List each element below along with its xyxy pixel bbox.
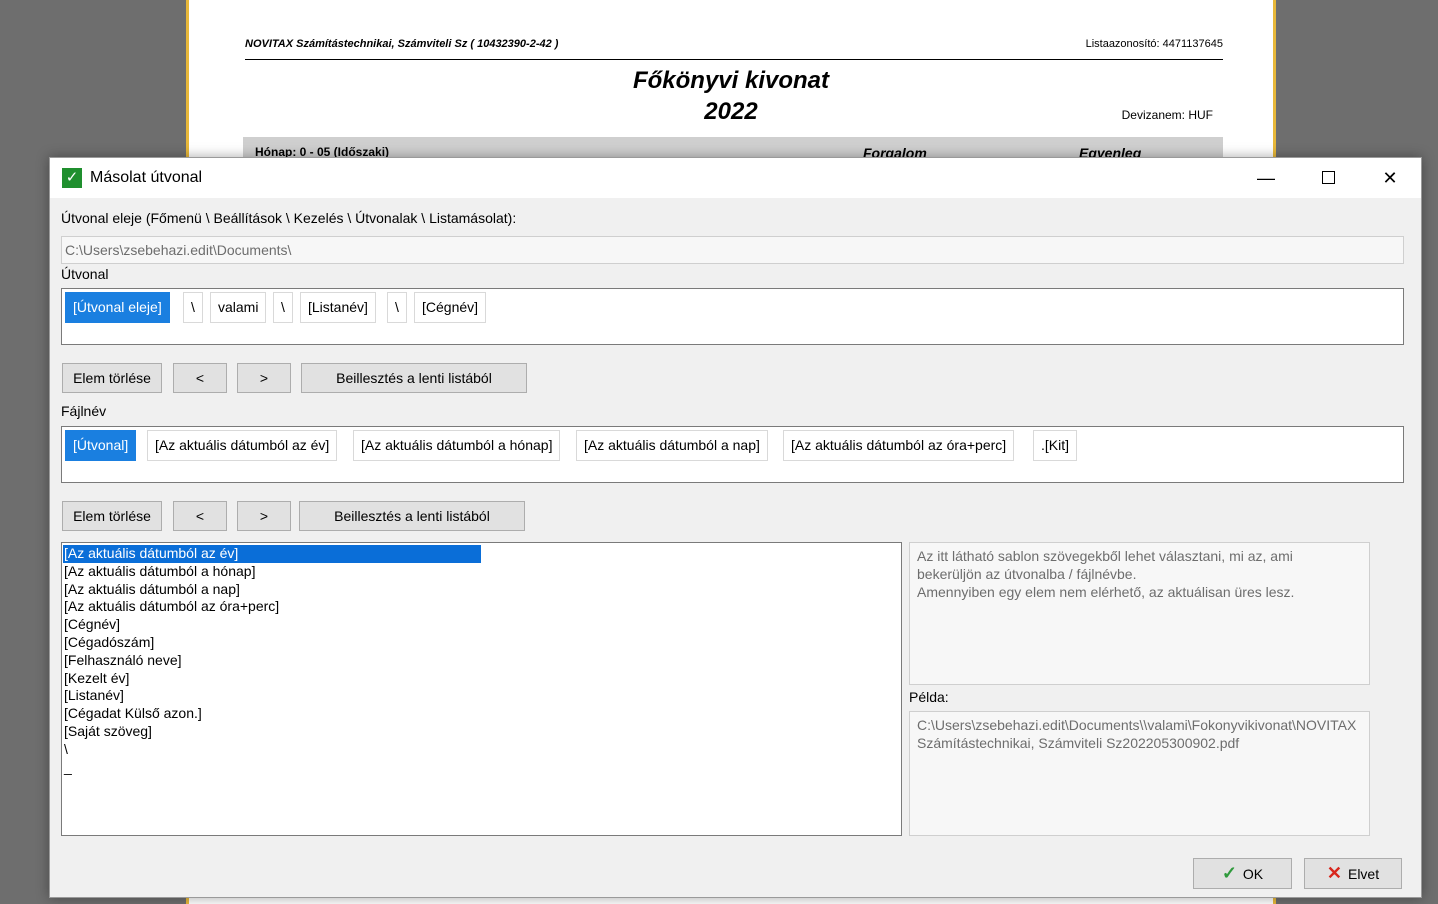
help-text-line: Amennyiben egy elem nem elérhető, az akt… bbox=[917, 584, 1295, 600]
list-item[interactable]: [Kezelt év] bbox=[63, 670, 900, 688]
filename-insert-button[interactable]: Beillesztés a lenti listából bbox=[299, 501, 525, 531]
filename-token[interactable]: [Útvonal] bbox=[65, 430, 137, 461]
route-token[interactable]: \ bbox=[273, 292, 293, 323]
minimize-button[interactable]: — bbox=[1235, 158, 1297, 198]
filename-move-right-button[interactable]: > bbox=[237, 501, 291, 531]
report-title: Főkönyvi kivonat bbox=[632, 67, 830, 94]
close-button[interactable]: ✕ bbox=[1359, 158, 1421, 198]
filename-delete-button[interactable]: Elem törlése bbox=[62, 501, 162, 531]
example-label: Példa: bbox=[909, 689, 949, 705]
route-delete-button[interactable]: Elem törlése bbox=[62, 363, 162, 393]
path-start-label: Útvonal eleje (Főmenü \ Beállítások \ Ke… bbox=[61, 210, 517, 226]
report-year: 2022 bbox=[704, 98, 758, 125]
help-text-box: Az itt látható sablon szövegekből lehet … bbox=[909, 542, 1370, 685]
list-item[interactable]: [Az aktuális dátumból az óra+perc] bbox=[63, 598, 900, 616]
filename-token-box[interactable]: [Útvonal] [Az aktuális dátumból az év] [… bbox=[61, 426, 1404, 483]
route-token[interactable]: \ bbox=[183, 292, 203, 323]
list-item[interactable]: [Az aktuális dátumból a hónap] bbox=[63, 563, 900, 581]
cancel-label: Elvet bbox=[1347, 866, 1380, 882]
route-token[interactable]: \ bbox=[387, 292, 407, 323]
filename-move-left-button[interactable]: < bbox=[173, 501, 227, 531]
route-move-right-button[interactable]: > bbox=[237, 363, 291, 393]
maximize-icon bbox=[1321, 171, 1335, 185]
filename-token[interactable]: [Az aktuális dátumból a nap] bbox=[576, 430, 768, 461]
filename-token[interactable]: [Az aktuális dátumból az év] bbox=[147, 430, 338, 461]
maximize-button[interactable] bbox=[1297, 158, 1359, 198]
ok-button[interactable]: ✓ OK bbox=[1193, 858, 1292, 889]
route-token[interactable]: valami bbox=[210, 292, 267, 323]
dialog-title: Másolat útvonal bbox=[90, 169, 203, 186]
cross-icon: ✕ bbox=[1326, 863, 1342, 883]
list-item[interactable]: \ bbox=[63, 741, 900, 759]
example-path-box: C:\Users\zsebehazi.edit\Documents\\valam… bbox=[909, 711, 1370, 836]
list-item[interactable]: [Saját szöveg] bbox=[63, 723, 900, 741]
title-bar: ✓ Másolat útvonal — ✕ bbox=[50, 158, 1421, 198]
filename-label: Fájlnév bbox=[61, 403, 107, 419]
path-start-field[interactable]: C:\Users\zsebehazi.edit\Documents\ bbox=[61, 236, 1404, 264]
filename-token[interactable]: .[Kit] bbox=[1033, 430, 1078, 461]
report-currency: Devizanem: HUF bbox=[1121, 108, 1213, 122]
cancel-button[interactable]: ✕ Elvet bbox=[1304, 858, 1402, 889]
checkmark-app-icon: ✓ bbox=[62, 168, 82, 188]
route-label: Útvonal bbox=[61, 266, 109, 282]
route-token[interactable]: [Cégnév] bbox=[414, 292, 487, 323]
copy-path-dialog: ✓ Másolat útvonal — ✕ Útvonal eleje (Főm… bbox=[49, 157, 1422, 898]
route-token[interactable]: [Útvonal eleje] bbox=[65, 292, 170, 323]
list-item[interactable]: [Cégadószám] bbox=[63, 634, 900, 652]
list-item[interactable]: [Az aktuális dátumból a nap] bbox=[63, 581, 900, 599]
ok-label: OK bbox=[1242, 866, 1264, 882]
list-item[interactable]: [Cégadat Külső azon.] bbox=[63, 705, 900, 723]
minimize-icon: — bbox=[1257, 168, 1275, 188]
close-icon: ✕ bbox=[1382, 168, 1398, 188]
route-move-left-button[interactable]: < bbox=[173, 363, 227, 393]
report-list-id: Listaazonosító: 4471137645 bbox=[1085, 38, 1223, 50]
list-item[interactable]: _ bbox=[63, 759, 900, 777]
list-item[interactable]: [Listanév] bbox=[63, 687, 900, 705]
list-item[interactable]: [Cégnév] bbox=[63, 616, 900, 634]
list-item[interactable]: [Az aktuális dátumból az év] bbox=[63, 545, 481, 563]
checkmark-icon: ✓ bbox=[1221, 863, 1237, 883]
help-text-line: bekerüljön az útvonalba / fájlnévbe. bbox=[917, 566, 1137, 582]
filename-token[interactable]: [Az aktuális dátumból az óra+perc] bbox=[783, 430, 1015, 461]
template-list[interactable]: [Az aktuális dátumból az év] [Az aktuáli… bbox=[61, 542, 902, 836]
route-token[interactable]: [Listanév] bbox=[300, 292, 376, 323]
route-token-box[interactable]: [Útvonal eleje] \ valami \ [Listanév] \ … bbox=[61, 288, 1404, 345]
help-text-line: Az itt látható sablon szövegekből lehet … bbox=[917, 548, 1293, 564]
list-item[interactable]: [Felhasználó neve] bbox=[63, 652, 900, 670]
filename-token[interactable]: [Az aktuális dátumból a hónap] bbox=[353, 430, 561, 461]
report-company: NOVITAX Számítástechnikai, Számviteli Sz… bbox=[245, 38, 559, 50]
report-header: NOVITAX Számítástechnikai, Számviteli Sz… bbox=[245, 38, 1223, 60]
route-insert-button[interactable]: Beillesztés a lenti listából bbox=[301, 363, 527, 393]
